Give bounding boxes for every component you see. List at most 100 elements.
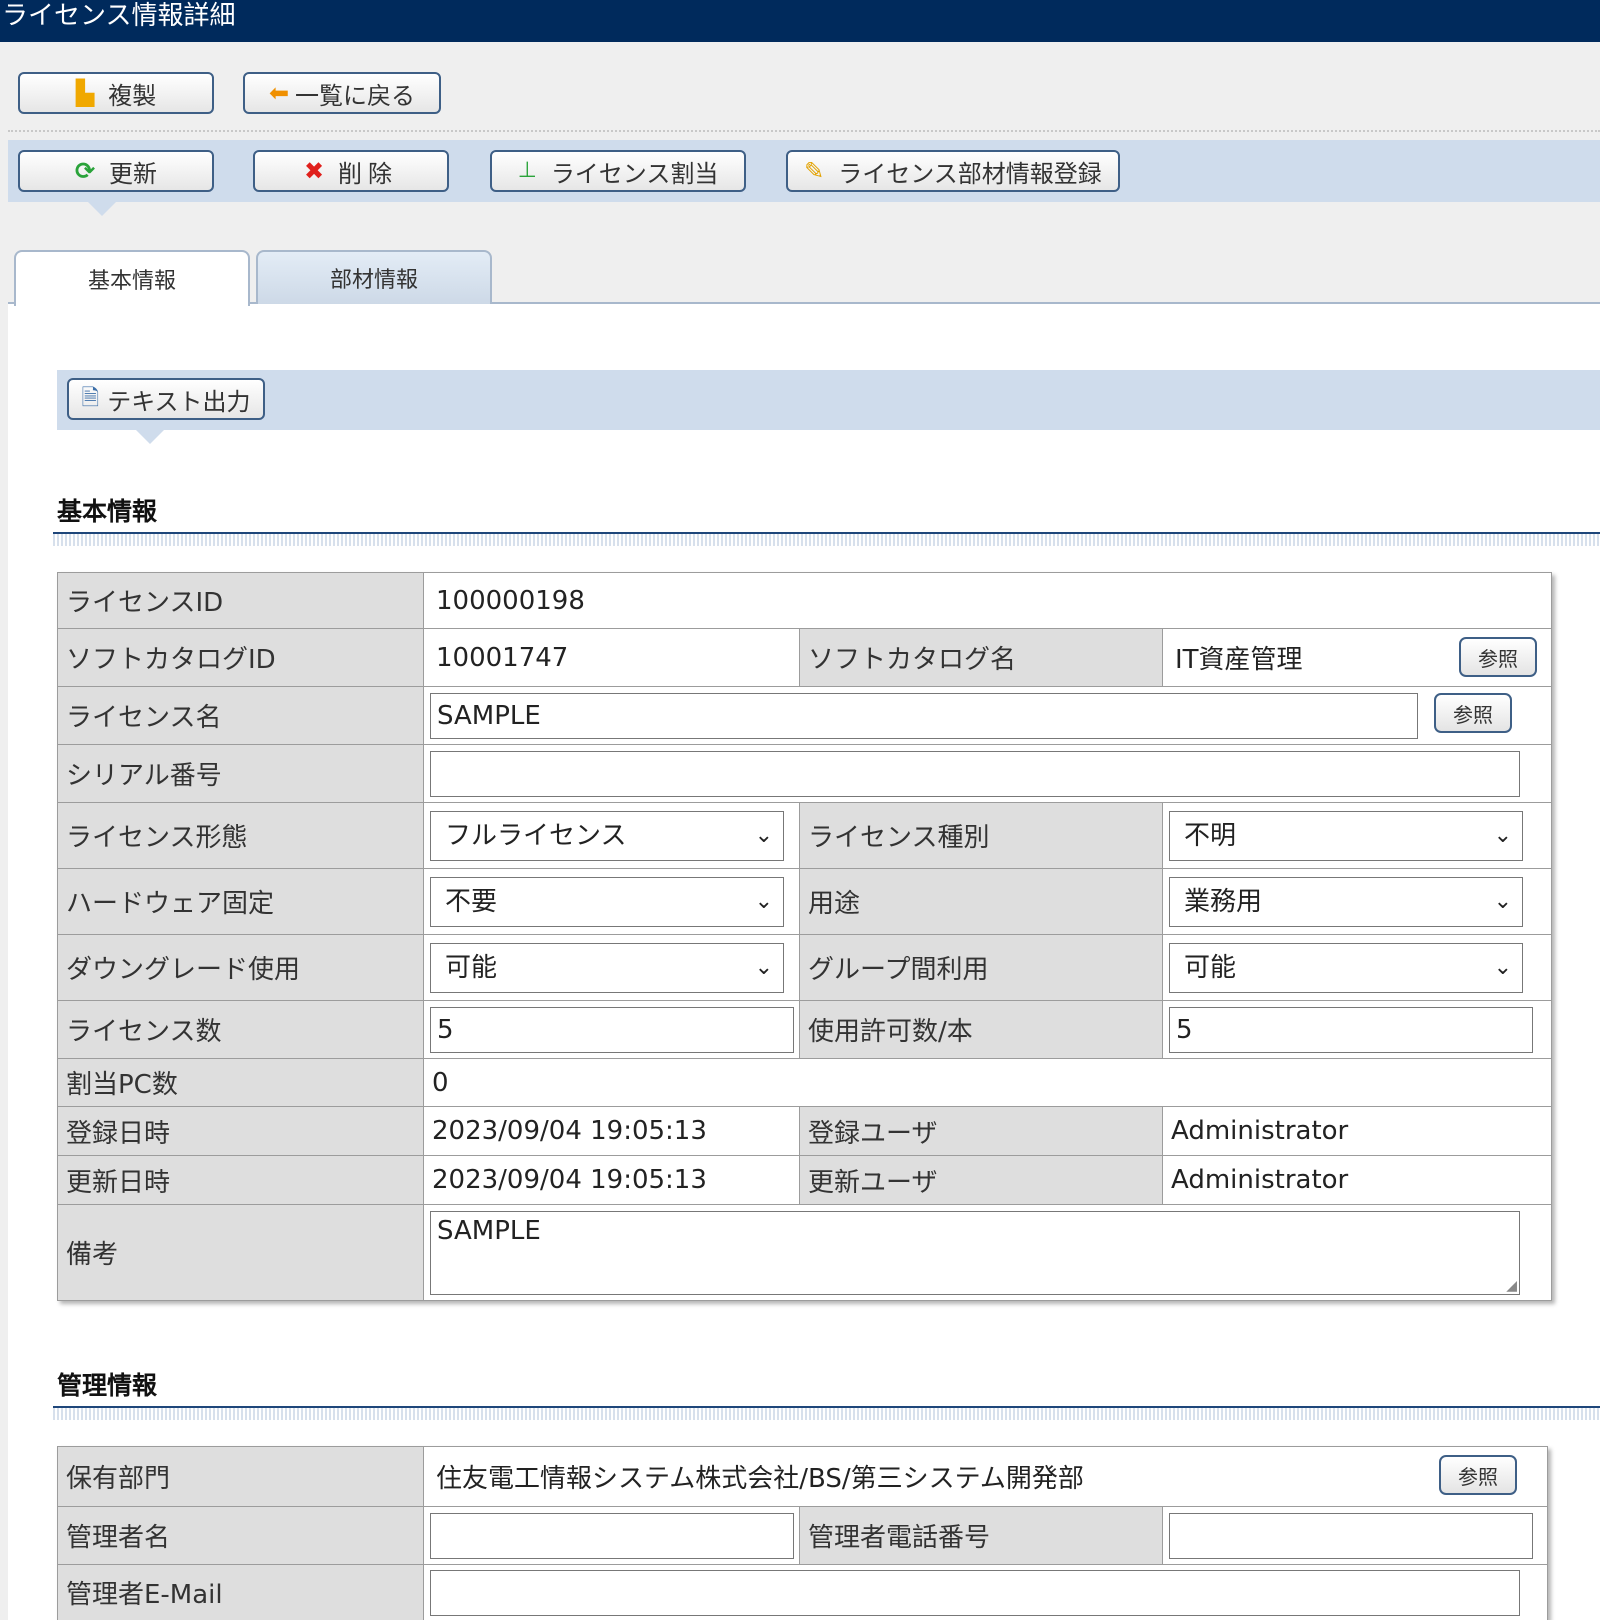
license-name-ref-button[interactable]: 参照 <box>1434 693 1512 733</box>
license-name-input[interactable]: SAMPLE <box>430 692 1418 739</box>
management-info-table: 保有部門 住友電工情報システム株式会社/BS/第三システム開発部 参照 管理者名… <box>57 1446 1549 1620</box>
updated-at-value: 2023/09/04 19:05:13 <box>423 1155 800 1205</box>
refresh-icon: ⟳ <box>74 157 96 185</box>
license-type-value: 不明 <box>1184 820 1237 851</box>
assign-tree-icon: ⊥ <box>517 158 537 183</box>
license-parts-register-button[interactable]: ✎ ライセンス部材情報登録 <box>786 150 1120 192</box>
allowed-per-cell: 5 <box>1161 1000 1553 1059</box>
group-use-label: グループ間利用 <box>799 934 1163 1001</box>
delete-x-icon: ✖ <box>303 157 325 185</box>
manager-phone-cell <box>1161 1506 1549 1565</box>
license-id-label: ライセンスID <box>57 572 424 629</box>
purpose-select[interactable]: 業務用 ⌄ <box>1169 876 1523 927</box>
back-to-list-button[interactable]: ⬅ 一覧に戻る <box>243 72 441 114</box>
chevron-down-icon: ⌄ <box>1493 822 1512 848</box>
resize-grip-icon[interactable]: ◢ <box>1506 1278 1517 1294</box>
section-rule-management <box>53 1406 1600 1420</box>
downgrade-select[interactable]: 可能 ⌄ <box>430 942 784 993</box>
row-license-form: ライセンス形態 フルライセンス ⌄ ライセンス種別 不明 ⌄ <box>57 802 1553 869</box>
pencil-icon: ✎ <box>804 157 825 185</box>
manager-email-label: 管理者E-Mail <box>57 1564 424 1620</box>
license-id-value: 100000198 <box>422 572 1553 629</box>
downgrade-label: ダウングレード使用 <box>57 934 424 1001</box>
license-count-cell: 5 <box>423 1000 800 1059</box>
hw-fixed-value: 不要 <box>445 886 498 917</box>
group-use-cell: 可能 ⌄ <box>1161 934 1553 1001</box>
row-license-id: ライセンスID 100000198 <box>57 572 1553 629</box>
created-at-label: 登録日時 <box>57 1106 424 1156</box>
hw-fixed-select[interactable]: 不要 ⌄ <box>430 876 784 927</box>
license-type-label: ライセンス種別 <box>799 802 1163 869</box>
license-name-cell: SAMPLE 参照 <box>422 686 1553 745</box>
arrow-left-icon: ⬅ <box>268 79 290 107</box>
row-remarks: 備考 SAMPLE ◢ <box>57 1204 1553 1301</box>
back-to-list-label: 一覧に戻る <box>295 81 416 110</box>
purpose-cell: 業務用 ⌄ <box>1161 868 1553 935</box>
tab-parts-info-label: 部材情報 <box>329 268 418 293</box>
remarks-value: SAMPLE <box>437 1215 541 1246</box>
catalog-name-cell: IT資産管理 参照 <box>1161 628 1553 687</box>
license-parts-register-label: ライセンス部材情報登録 <box>838 159 1102 188</box>
assigned-pc-label: 割当PC数 <box>57 1058 424 1107</box>
copy-button-label: 複製 <box>108 81 157 110</box>
allowed-per-label: 使用許可数/本 <box>799 1000 1163 1059</box>
license-assign-label: ライセンス割当 <box>550 159 719 188</box>
row-catalog: ソフトカタログID 10001747 ソフトカタログ名 IT資産管理 参照 <box>57 628 1553 687</box>
owner-dept-label: 保有部門 <box>57 1446 424 1507</box>
manager-phone-input[interactable] <box>1169 1512 1533 1559</box>
license-count-label: ライセンス数 <box>57 1000 424 1059</box>
serial-label: シリアル番号 <box>57 744 424 803</box>
row-owner-dept: 保有部門 住友電工情報システム株式会社/BS/第三システム開発部 参照 <box>57 1446 1549 1507</box>
manager-name-cell <box>423 1506 800 1565</box>
row-manager-email: 管理者E-Mail <box>57 1564 1549 1620</box>
license-form-value: フルライセンス <box>445 820 627 851</box>
tab-basic-info[interactable]: 基本情報 <box>14 250 250 306</box>
manager-email-input[interactable] <box>430 1569 1520 1616</box>
basic-info-table: ライセンスID 100000198 ソフトカタログID 10001747 ソフト… <box>57 572 1553 1301</box>
manager-name-input[interactable] <box>430 1512 794 1559</box>
catalog-name-value: IT資産管理 <box>1175 645 1303 675</box>
update-button-label: 更新 <box>109 159 158 188</box>
chevron-down-icon: ⌄ <box>1493 954 1512 980</box>
section-title-basic: 基本情報 <box>57 497 158 526</box>
tab-parts-info[interactable]: 部材情報 <box>256 250 492 304</box>
section-rule-basic <box>53 532 1600 546</box>
row-serial: シリアル番号 <box>57 744 1553 803</box>
owner-dept-value: 住友電工情報システム株式会社/BS/第三システム開発部 <box>436 1464 1084 1494</box>
created-at-value: 2023/09/04 19:05:13 <box>423 1106 800 1156</box>
license-count-input[interactable]: 5 <box>430 1006 794 1053</box>
copy-button[interactable]: ▙ 複製 <box>18 72 214 114</box>
chevron-down-icon: ⌄ <box>754 822 773 848</box>
toolbar-separator <box>8 130 1600 132</box>
toolbar-pointer <box>88 202 116 216</box>
export-toolbar <box>57 370 1600 430</box>
remarks-textarea[interactable]: SAMPLE ◢ <box>430 1210 1520 1295</box>
window-title: ライセンス情報詳細 <box>0 0 1600 42</box>
purpose-label: 用途 <box>799 868 1163 935</box>
export-toolbar-pointer <box>136 430 164 444</box>
owner-dept-cell: 住友電工情報システム株式会社/BS/第三システム開発部 参照 <box>422 1446 1549 1507</box>
row-updated: 更新日時 2023/09/04 19:05:13 更新ユーザ Administr… <box>57 1155 1553 1205</box>
group-use-select[interactable]: 可能 ⌄ <box>1169 942 1523 993</box>
catalog-ref-button[interactable]: 参照 <box>1459 637 1538 677</box>
remarks-cell: SAMPLE ◢ <box>422 1204 1553 1301</box>
remarks-label: 備考 <box>57 1204 424 1301</box>
row-assigned-pc: 割当PC数 0 <box>57 1058 1553 1107</box>
update-button[interactable]: ⟳ 更新 <box>18 150 214 192</box>
purpose-value: 業務用 <box>1184 886 1263 917</box>
text-export-button[interactable]: 🗎 テキスト出力 <box>67 378 265 420</box>
allowed-per-input[interactable]: 5 <box>1169 1006 1533 1053</box>
catalog-name-label: ソフトカタログ名 <box>799 628 1163 687</box>
group-use-value: 可能 <box>1184 952 1237 983</box>
owner-dept-ref-button[interactable]: 参照 <box>1439 1455 1518 1495</box>
copy-icon: ▙ <box>75 79 95 107</box>
assigned-pc-value: 0 <box>422 1058 1553 1107</box>
row-manager: 管理者名 管理者電話番号 <box>57 1506 1549 1565</box>
license-assign-button[interactable]: ⊥ ライセンス割当 <box>490 150 746 192</box>
serial-input[interactable] <box>430 750 1520 797</box>
license-type-select[interactable]: 不明 ⌄ <box>1169 810 1523 861</box>
delete-button[interactable]: ✖ 削除 <box>253 150 449 192</box>
row-hw-fixed: ハードウェア固定 不要 ⌄ 用途 業務用 ⌄ <box>57 868 1553 935</box>
hw-fixed-cell: 不要 ⌄ <box>423 868 800 935</box>
license-form-select[interactable]: フルライセンス ⌄ <box>430 810 784 861</box>
